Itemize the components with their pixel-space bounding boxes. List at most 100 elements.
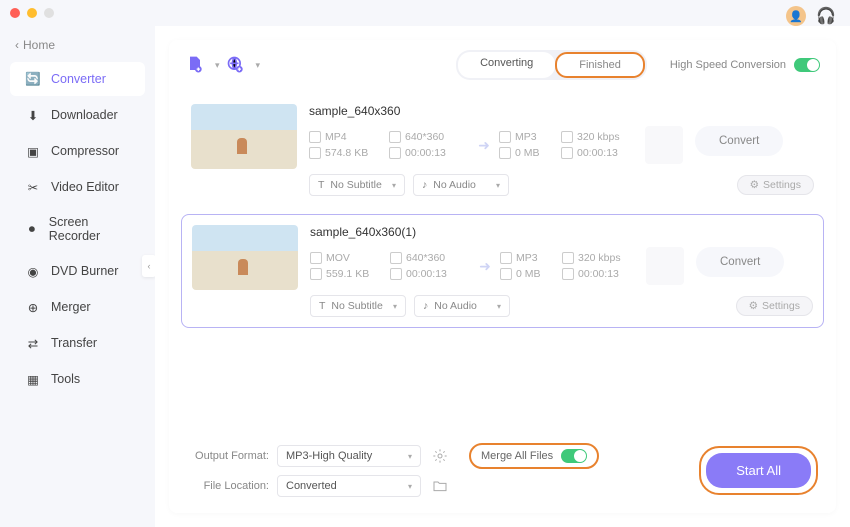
conversion-item[interactable]: sample_640x360(1) MOV 559.1 KB 640*360 0… — [181, 214, 824, 328]
chevron-down-icon: ▾ — [408, 452, 412, 461]
audio-dropdown[interactable]: ♪ No Audio ▾ — [413, 174, 509, 196]
resolution-icon — [389, 131, 401, 143]
high-speed-label: High Speed Conversion — [670, 59, 786, 71]
chevron-down-icon: ▾ — [256, 60, 261, 71]
sidebar: ‹ Home 🔄 Converter ⬇ Downloader ▣ Compre… — [0, 26, 155, 527]
open-folder-button[interactable] — [429, 475, 451, 497]
merge-label: Merge All Files — [481, 450, 553, 462]
add-url-button[interactable]: ▾ — [226, 55, 261, 75]
output-format-select[interactable]: MP3-High Quality ▾ — [277, 445, 421, 467]
item-title: sample_640x360(1) — [310, 225, 813, 239]
status-tabs: Converting Finished — [456, 50, 647, 80]
start-all-button[interactable]: Start All — [706, 453, 811, 488]
sidebar-item-merger[interactable]: ⊕ Merger — [10, 290, 145, 324]
chevron-left-icon: ‹ — [15, 38, 19, 52]
subtitle-icon: T — [318, 179, 324, 191]
bitrate-icon — [561, 131, 573, 143]
subtitle-dropdown[interactable]: T No Subtitle ▾ — [309, 174, 405, 196]
sidebar-item-label: DVD Burner — [51, 264, 118, 278]
convert-button[interactable]: Convert — [696, 247, 784, 277]
clock-icon — [562, 268, 574, 280]
clock-icon — [390, 268, 402, 280]
tab-finished[interactable]: Finished — [555, 52, 645, 78]
sidebar-item-label: Compressor — [51, 144, 119, 158]
format-settings-button[interactable] — [429, 445, 451, 467]
chevron-down-icon: ▾ — [496, 181, 500, 190]
toolbar: ▾ ▾ Converting Finished High Speed Conve… — [169, 40, 836, 90]
chevron-down-icon: ▾ — [215, 60, 220, 71]
output-thumbnail — [646, 247, 684, 285]
gear-icon: ⚙ — [749, 300, 758, 312]
video-icon — [309, 131, 321, 143]
output-format-label: Output Format: — [187, 450, 269, 462]
sidebar-item-recorder[interactable]: ⏺ Screen Recorder — [10, 206, 145, 252]
clock-icon — [389, 147, 401, 159]
zoom-icon[interactable] — [44, 8, 54, 18]
settings-button[interactable]: ⚙ Settings — [736, 296, 813, 316]
tab-converting[interactable]: Converting — [458, 52, 555, 78]
sidebar-item-compressor[interactable]: ▣ Compressor — [10, 134, 145, 168]
transfer-icon: ⇄ — [25, 335, 41, 351]
user-avatar-icon[interactable]: 👤 — [786, 6, 806, 26]
conversion-item[interactable]: sample_640x360 MP4 574.8 KB 640*360 00:0… — [181, 94, 824, 206]
sidebar-item-label: Downloader — [51, 108, 118, 122]
gear-icon — [432, 448, 448, 464]
sidebar-item-transfer[interactable]: ⇄ Transfer — [10, 326, 145, 360]
arrow-right-icon: ➜ — [478, 137, 490, 154]
gear-icon: ⚙ — [750, 179, 759, 191]
item-meta: MP4 574.8 KB 640*360 00:00:13 ➜ MP3 0 MB — [309, 126, 814, 164]
folder-icon — [432, 478, 448, 494]
sidebar-item-label: Video Editor — [51, 180, 119, 194]
folder-icon — [499, 147, 511, 159]
tools-icon: ▦ — [25, 371, 41, 387]
start-all-wrapper: Start All — [699, 446, 818, 495]
conversion-list: sample_640x360 MP4 574.8 KB 640*360 00:0… — [169, 90, 836, 431]
home-label: Home — [23, 38, 55, 52]
item-title: sample_640x360 — [309, 104, 814, 118]
output-thumbnail — [645, 126, 683, 164]
sidebar-item-editor[interactable]: ✂ Video Editor — [10, 170, 145, 204]
sidebar-item-label: Merger — [51, 300, 91, 314]
high-speed-toggle[interactable] — [794, 58, 820, 72]
titlebar — [0, 0, 850, 26]
sidebar-item-label: Tools — [51, 372, 80, 386]
sidebar-item-downloader[interactable]: ⬇ Downloader — [10, 98, 145, 132]
add-file-icon — [185, 55, 205, 75]
folder-icon — [500, 268, 512, 280]
video-thumbnail — [192, 225, 298, 290]
folder-icon — [310, 268, 322, 280]
sidebar-item-tools[interactable]: ▦ Tools — [10, 362, 145, 396]
recorder-icon: ⏺ — [25, 221, 39, 237]
sidebar-item-burner[interactable]: ◉ DVD Burner — [10, 254, 145, 288]
support-icon[interactable]: 🎧 — [816, 6, 836, 26]
audio-dropdown[interactable]: ♪ No Audio ▾ — [414, 295, 510, 317]
editor-icon: ✂ — [25, 179, 41, 195]
minimize-icon[interactable] — [27, 8, 37, 18]
subtitle-dropdown[interactable]: T No Subtitle ▾ — [310, 295, 406, 317]
item-meta: MOV 559.1 KB 640*360 00:00:13 ➜ MP3 0 MB — [310, 247, 813, 285]
sidebar-item-label: Transfer — [51, 336, 97, 350]
merge-toggle[interactable] — [561, 449, 587, 463]
sidebar-item-label: Converter — [51, 72, 106, 86]
sidebar-item-converter[interactable]: 🔄 Converter — [10, 62, 145, 96]
arrow-right-icon: ➜ — [479, 258, 491, 275]
bitrate-icon — [562, 252, 574, 264]
chevron-down-icon: ▾ — [497, 302, 501, 311]
subtitle-icon: T — [319, 300, 325, 312]
resolution-icon — [390, 252, 402, 264]
merge-toggle-group: Merge All Files — [469, 443, 599, 469]
add-file-button[interactable]: ▾ — [185, 55, 220, 75]
waveform-icon: ♪ — [422, 179, 427, 191]
home-link[interactable]: ‹ Home — [0, 34, 155, 56]
high-speed-toggle-group: High Speed Conversion — [670, 58, 820, 72]
audio-icon — [500, 252, 512, 264]
burner-icon: ◉ — [25, 263, 41, 279]
footer: Output Format: MP3-High Quality ▾ Merge … — [169, 431, 836, 513]
sidebar-item-label: Screen Recorder — [49, 215, 130, 243]
chevron-down-icon: ▾ — [393, 302, 397, 311]
file-location-select[interactable]: Converted ▾ — [277, 475, 421, 497]
settings-button[interactable]: ⚙ Settings — [737, 175, 814, 195]
convert-button[interactable]: Convert — [695, 126, 783, 156]
close-icon[interactable] — [10, 8, 20, 18]
collapse-sidebar-button[interactable]: ‹ — [142, 255, 156, 277]
